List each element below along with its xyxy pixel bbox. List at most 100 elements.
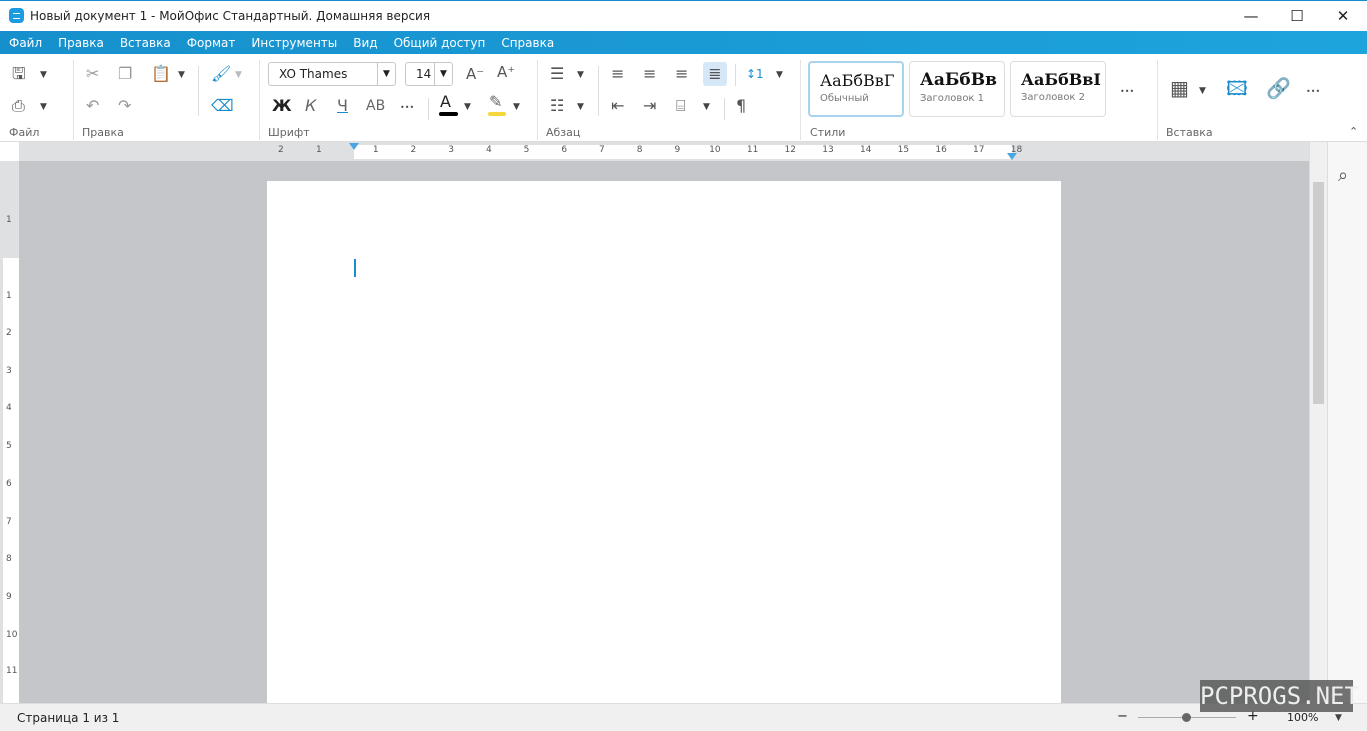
ruler-tick-label: 7 xyxy=(6,517,12,527)
divider xyxy=(428,98,429,120)
ruler-tick-label: 9 xyxy=(6,592,12,602)
close-button[interactable]: ✕ xyxy=(1320,1,1366,31)
caps-button[interactable]: АВ xyxy=(366,98,385,114)
chevron-down-icon[interactable]: ▼ xyxy=(40,70,47,80)
ruler-tick-label: 11 xyxy=(746,145,759,155)
watermark: PCPROGS.NET xyxy=(1200,680,1359,712)
more-insert-button[interactable]: ••• xyxy=(1306,84,1320,100)
window-title: Новый документ 1 - МойОфис Стандартный. … xyxy=(30,9,431,23)
chevron-down-icon[interactable]: ▼ xyxy=(40,102,47,112)
chevron-down-icon[interactable]: ▼ xyxy=(1199,86,1206,96)
italic-button[interactable]: К xyxy=(305,98,316,114)
increase-indent-icon[interactable]: ⇥ xyxy=(643,98,656,114)
ruler-tick-label: 13 xyxy=(822,145,834,155)
scrollbar-thumb[interactable] xyxy=(1313,182,1324,404)
highlight-swatch xyxy=(488,112,506,116)
maximize-button[interactable]: ☐ xyxy=(1274,1,1320,31)
image-icon[interactable]: 🖾 xyxy=(1226,78,1248,98)
redo-icon[interactable]: ↷ xyxy=(118,98,131,114)
document-canvas xyxy=(19,161,1309,703)
ruler-tick-label: 8 xyxy=(6,554,12,564)
menu-sharing[interactable]: Общий доступ xyxy=(394,36,486,50)
chevron-down-icon[interactable]: ▼ xyxy=(178,70,185,80)
chevron-down-icon[interactable]: ▼ xyxy=(1335,713,1342,723)
menu-edit[interactable]: Правка xyxy=(58,36,104,50)
divider xyxy=(198,66,199,116)
menu-view[interactable]: Вид xyxy=(353,36,377,50)
bullet-list-icon[interactable]: ☰ xyxy=(550,66,564,82)
increase-font-icon[interactable]: A⁺ xyxy=(497,64,515,80)
divider xyxy=(537,60,538,140)
chevron-down-icon[interactable]: ▼ xyxy=(776,70,783,80)
chevron-down-icon[interactable]: ▼ xyxy=(434,63,452,85)
right-indent-marker[interactable] xyxy=(1007,153,1017,160)
more-styles-button[interactable]: ••• xyxy=(1120,84,1134,100)
divider xyxy=(1157,60,1158,140)
align-left-icon[interactable]: ≡ xyxy=(611,66,624,82)
ruler-tick-label: 14 xyxy=(859,145,872,155)
chevron-down-icon[interactable]: ▼ xyxy=(377,63,395,85)
chevron-down-icon[interactable]: ▼ xyxy=(577,102,584,112)
ruler-tick-label: 1 xyxy=(372,145,379,155)
zoom-value[interactable]: 100% xyxy=(1287,711,1318,724)
decrease-indent-icon[interactable]: ⇤ xyxy=(611,98,624,114)
print-icon[interactable]: ⎙ xyxy=(12,98,25,114)
copy-icon[interactable]: ❐ xyxy=(118,66,132,82)
font-color-icon[interactable]: A xyxy=(440,94,451,110)
left-indent-marker[interactable] xyxy=(349,143,359,150)
chevron-down-icon[interactable]: ▼ xyxy=(235,70,242,80)
align-justify-icon[interactable]: ≣ xyxy=(703,62,727,86)
ruler-tick-label: 1 xyxy=(316,145,322,155)
divider xyxy=(724,98,725,120)
link-icon[interactable]: 🔗 xyxy=(1266,78,1291,98)
ruler-tick-label: 1 xyxy=(6,215,12,225)
more-font-button[interactable]: ••• xyxy=(400,100,414,116)
menu-format[interactable]: Формат xyxy=(187,36,236,50)
font-name-select[interactable]: XO Thames ▼ xyxy=(268,62,396,86)
menu-file[interactable]: Файл xyxy=(9,36,42,50)
ruler-tick-label: 1 xyxy=(6,291,12,301)
menu-help[interactable]: Справка xyxy=(501,36,554,50)
format-painter-icon[interactable]: 🖌 xyxy=(211,66,231,82)
line-spacing-icon[interactable]: ↕1 xyxy=(746,66,764,82)
ruler-tick-label: 12 xyxy=(784,145,796,155)
document-page[interactable] xyxy=(267,181,1061,703)
undo-icon[interactable]: ↶ xyxy=(86,98,99,114)
menu-tools[interactable]: Инструменты xyxy=(251,36,337,50)
ruler-tick-label: 9 xyxy=(674,145,681,155)
highlight-icon[interactable]: ✎ xyxy=(489,94,502,110)
font-size-select[interactable]: 14 ▼ xyxy=(405,62,453,86)
chevron-down-icon[interactable]: ▼ xyxy=(577,70,584,80)
ruler-tick-label: 6 xyxy=(561,145,568,155)
table-icon[interactable]: ▦ xyxy=(1170,78,1189,98)
chevron-down-icon[interactable]: ▼ xyxy=(464,102,471,112)
chevron-down-icon[interactable]: ▼ xyxy=(513,102,520,112)
minimize-button[interactable]: — xyxy=(1228,1,1274,31)
pilcrow-icon[interactable]: ¶ xyxy=(736,98,746,114)
group-label-file: Файл xyxy=(9,126,40,139)
zoom-slider-handle[interactable] xyxy=(1182,713,1191,722)
align-right-icon[interactable]: ≡ xyxy=(675,66,688,82)
style-heading-2[interactable]: АаБбВвI Заголовок 2 xyxy=(1010,61,1106,117)
zoom-out-button[interactable]: − xyxy=(1117,709,1128,724)
vertical-scrollbar[interactable] xyxy=(1309,142,1327,703)
paragraph-borders-icon[interactable]: ⌸ xyxy=(676,98,686,114)
underline-button[interactable]: Ч xyxy=(337,98,348,114)
style-heading-1[interactable]: АаБбВв Заголовок 1 xyxy=(909,61,1005,117)
bold-button[interactable]: Ж xyxy=(272,98,292,114)
search-icon[interactable]: ⌕ xyxy=(1338,167,1348,185)
decrease-font-icon[interactable]: A⁻ xyxy=(466,66,484,82)
paste-icon[interactable]: 📋 xyxy=(151,66,171,82)
cut-icon[interactable]: ✂ xyxy=(86,66,99,82)
save-icon[interactable]: 🖫 xyxy=(12,66,26,82)
horizontal-ruler: 2 1 1 2 3 4 5 6 7 8 9 10 11 12 13 14 15 16 17 18 xyxy=(19,142,1309,161)
menu-insert[interactable]: Вставка xyxy=(120,36,171,50)
align-center-icon[interactable]: ≡ xyxy=(643,66,656,82)
ruler-tick-label: 5 xyxy=(6,441,12,451)
clear-format-icon[interactable]: ⌫ xyxy=(211,98,234,114)
collapse-ribbon-icon[interactable]: ⌃ xyxy=(1349,124,1358,140)
ruler-tick-label: 10 xyxy=(6,630,18,640)
style-normal[interactable]: АаБбВвГ Обычный xyxy=(808,61,904,117)
chevron-down-icon[interactable]: ▼ xyxy=(703,102,710,112)
numbered-list-icon[interactable]: ☷ xyxy=(550,98,564,114)
